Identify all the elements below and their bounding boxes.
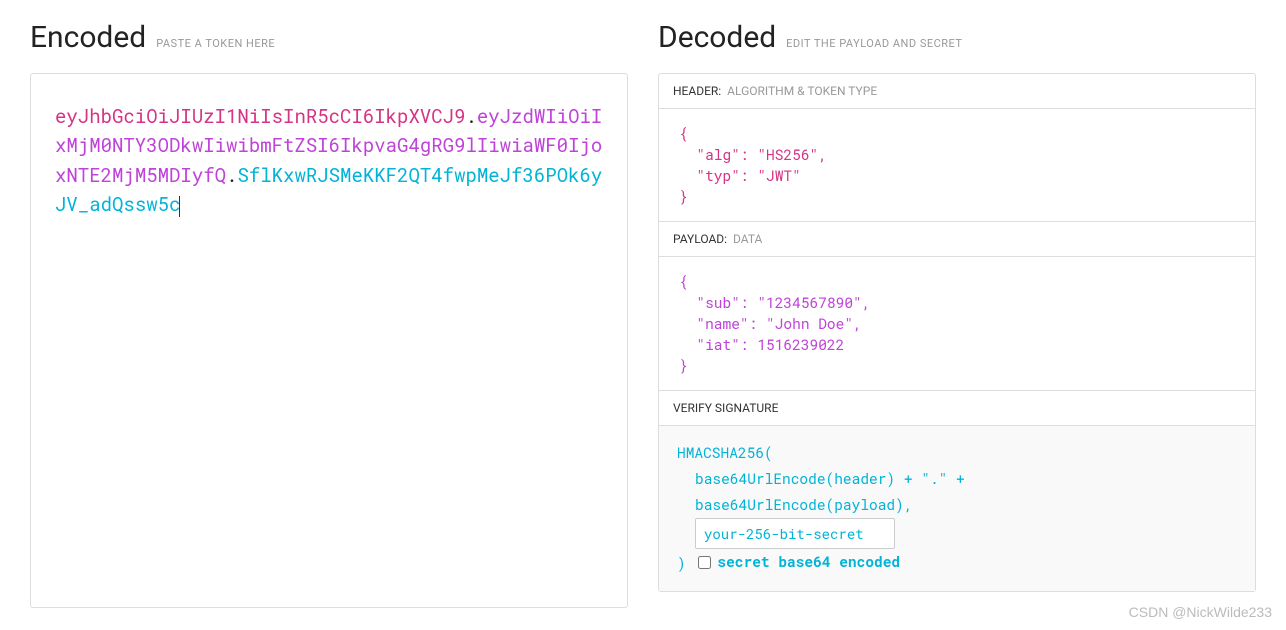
token-dot: .	[226, 163, 237, 188]
header-json-editor[interactable]: { "alg": "HS256", "typ": "JWT" }	[659, 109, 1255, 221]
sig-line-1: base64UrlEncode(header) + "." +	[677, 466, 1237, 492]
decoded-column: Decoded EDIT THE PAYLOAD AND SECRET HEAD…	[658, 20, 1256, 608]
signature-section-title: VERIFY SIGNATURE	[659, 391, 1255, 426]
secret-input[interactable]	[695, 518, 895, 549]
signature-label: VERIFY SIGNATURE	[673, 401, 778, 415]
sig-line-2: base64UrlEncode(payload),	[677, 492, 1237, 518]
signature-section: VERIFY SIGNATURE HMACSHA256( base64UrlEn…	[659, 391, 1255, 591]
encoded-subtitle: PASTE A TOKEN HERE	[156, 37, 275, 50]
header-sublabel: ALGORITHM & TOKEN TYPE	[727, 84, 877, 98]
secret-base64-row: secret base64 encoded	[698, 549, 900, 575]
encoded-title: Encoded	[30, 20, 146, 55]
encoded-token-input[interactable]: eyJhbGciOiJIUzI1NiIsInR5cCI6IkpXVCJ9.eyJ…	[30, 73, 628, 608]
encoded-heading: Encoded PASTE A TOKEN HERE	[30, 20, 628, 55]
sig-close-row: ) secret base64 encoded	[677, 549, 1237, 577]
signature-body: HMACSHA256( base64UrlEncode(header) + ".…	[659, 426, 1255, 591]
decoded-heading: Decoded EDIT THE PAYLOAD AND SECRET	[658, 20, 1256, 55]
payload-json-editor[interactable]: { "sub": "1234567890", "name": "John Doe…	[659, 257, 1255, 390]
text-cursor	[179, 196, 180, 217]
decoded-subtitle: EDIT THE PAYLOAD AND SECRET	[786, 37, 962, 50]
decoded-panel: HEADER: ALGORITHM & TOKEN TYPE { "alg": …	[658, 73, 1256, 592]
secret-base64-label: secret base64 encoded	[717, 549, 900, 575]
header-section: HEADER: ALGORITHM & TOKEN TYPE { "alg": …	[659, 74, 1255, 222]
secret-base64-checkbox[interactable]	[698, 556, 711, 569]
decoded-title: Decoded	[658, 20, 776, 55]
payload-section-title: PAYLOAD: DATA	[659, 222, 1255, 257]
encoded-column: Encoded PASTE A TOKEN HERE eyJhbGciOiJIU…	[30, 20, 628, 608]
header-section-title: HEADER: ALGORITHM & TOKEN TYPE	[659, 74, 1255, 109]
token-header-segment: eyJhbGciOiJIUzI1NiIsInR5cCI6IkpXVCJ9	[55, 104, 465, 129]
sig-close-paren: )	[677, 554, 686, 573]
payload-sublabel: DATA	[733, 232, 762, 246]
token-dot: .	[465, 104, 476, 129]
header-label: HEADER:	[673, 84, 721, 98]
sig-fn-name: HMACSHA256(	[677, 440, 1237, 466]
payload-label: PAYLOAD:	[673, 232, 727, 246]
payload-section: PAYLOAD: DATA { "sub": "1234567890", "na…	[659, 222, 1255, 391]
sig-secret-row	[677, 518, 1237, 549]
watermark: CSDN @NickWilde233	[1129, 604, 1272, 620]
